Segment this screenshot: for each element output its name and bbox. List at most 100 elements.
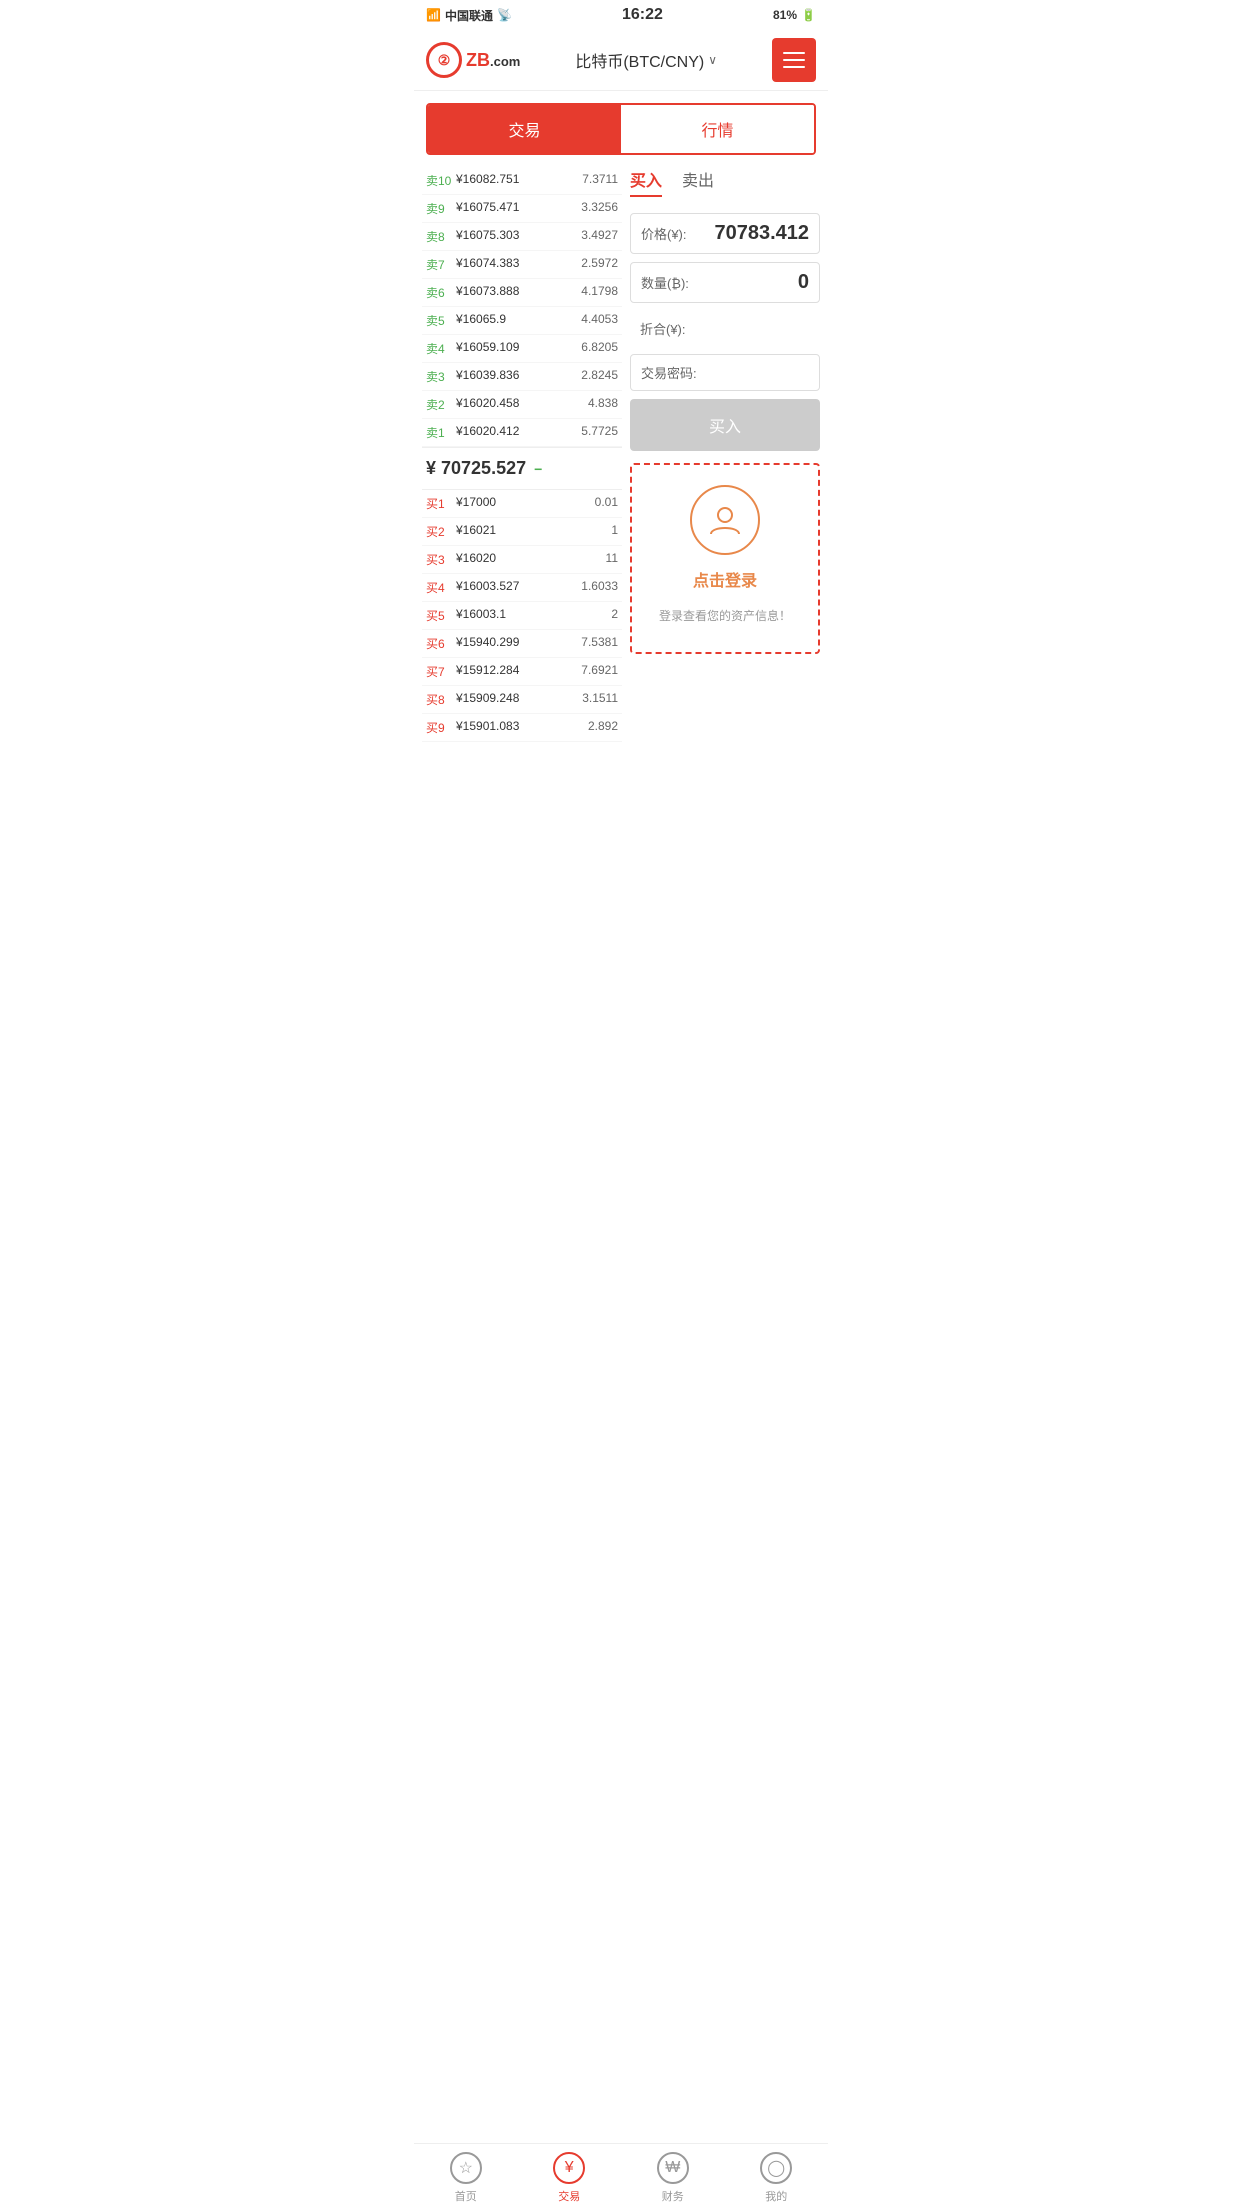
sell-amount: 4.1798	[581, 284, 618, 301]
sell-label: 卖3	[426, 368, 452, 385]
price-change-icon: −	[534, 461, 542, 477]
tab-sell[interactable]: 卖出	[682, 167, 714, 197]
sell-label: 卖6	[426, 284, 452, 301]
sell-price: ¥16073.888	[452, 284, 581, 301]
sell-price: ¥16020.412	[452, 424, 581, 441]
sell-order-row[interactable]: 卖7 ¥16074.383 2.5972	[422, 251, 622, 279]
sell-order-row[interactable]: 卖6 ¥16073.888 4.1798	[422, 279, 622, 307]
battery-icon: 🔋	[801, 8, 816, 22]
tab-trade[interactable]: 交易	[428, 105, 621, 153]
sell-label: 卖2	[426, 396, 452, 413]
sell-order-row[interactable]: 卖4 ¥16059.109 6.8205	[422, 335, 622, 363]
buy-price: ¥16003.527	[452, 579, 581, 596]
password-field[interactable]: 交易密码:	[630, 354, 820, 391]
login-button[interactable]: 点击登录	[652, 567, 798, 591]
sell-order-row[interactable]: 卖8 ¥16075.303 3.4927	[422, 223, 622, 251]
buy-order-row[interactable]: 买9 ¥15901.083 2.892	[422, 714, 622, 742]
sell-order-row[interactable]: 卖1 ¥16020.412 5.7725	[422, 419, 622, 447]
buy-order-row[interactable]: 买3 ¥16020 11	[422, 546, 622, 574]
sell-label: 卖8	[426, 228, 452, 245]
buy-order-row[interactable]: 买8 ¥15909.248 3.1511	[422, 686, 622, 714]
buy-price: ¥16021	[452, 523, 611, 540]
buy-amount: 2	[611, 607, 618, 624]
buy-order-row[interactable]: 买5 ¥16003.1 2	[422, 602, 622, 630]
quantity-field[interactable]: 数量(₿): 0	[630, 262, 820, 303]
sell-amount: 3.3256	[581, 200, 618, 217]
buy-amount: 7.5381	[581, 635, 618, 652]
nav-item-trade[interactable]: ¥ 交易	[518, 2152, 622, 2204]
sell-price: ¥16074.383	[452, 256, 581, 273]
sell-price: ¥16039.836	[452, 368, 581, 385]
nav-label-finance: 财务	[662, 2188, 684, 2204]
trade-panel: 买入 卖出 价格(¥): 70783.412 数量(₿): 0 折合(¥): 交…	[630, 167, 820, 742]
sell-amount: 6.8205	[581, 340, 618, 357]
menu-button[interactable]	[772, 38, 816, 82]
buy-order-row[interactable]: 买7 ¥15912.284 7.6921	[422, 658, 622, 686]
buy-label: 买4	[426, 579, 452, 596]
nav-label-profile: 我的	[765, 2188, 787, 2204]
logo-symbol: ②	[438, 52, 451, 69]
menu-icon-line3	[783, 66, 805, 68]
sell-order-row[interactable]: 卖3 ¥16039.836 2.8245	[422, 363, 622, 391]
login-description: 登录查看您的资产信息！	[652, 599, 798, 632]
nav-item-home[interactable]: ☆ 首页	[414, 2152, 518, 2204]
sell-amount: 4.838	[588, 396, 618, 413]
buy-label: 买2	[426, 523, 452, 540]
current-price-row: ¥ 70725.527 −	[422, 447, 622, 490]
sell-order-row[interactable]: 卖10 ¥16082.751 7.3711	[422, 167, 622, 195]
status-bar: 📶 中国联通 📡 16:22 81% 🔋	[414, 0, 828, 30]
buy-label: 买3	[426, 551, 452, 568]
buy-amount: 2.892	[588, 719, 618, 736]
quantity-value: 0	[798, 271, 809, 294]
buy-amount: 7.6921	[581, 663, 618, 680]
sell-order-row[interactable]: 卖9 ¥16075.471 3.3256	[422, 195, 622, 223]
login-prompt[interactable]: 点击登录 登录查看您的资产信息！	[630, 463, 820, 654]
tab-buy[interactable]: 买入	[630, 167, 662, 197]
nav-icon-finance: ₩	[657, 2152, 689, 2184]
sell-amount: 4.4053	[581, 312, 618, 329]
buy-amount: 11	[606, 551, 618, 568]
nav-item-finance[interactable]: ₩ 财务	[621, 2152, 725, 2204]
buy-label: 买8	[426, 691, 452, 708]
sell-label: 卖10	[426, 172, 452, 189]
nav-icon-profile: ◯	[760, 2152, 792, 2184]
header-title[interactable]: 比特币(BTC/CNY) ∨	[575, 48, 717, 72]
quantity-label: 数量(₿):	[641, 273, 689, 292]
pair-label: 比特币(BTC/CNY)	[575, 48, 704, 72]
buy-price: ¥15901.083	[452, 719, 588, 736]
buy-amount: 0.01	[595, 495, 618, 512]
logo[interactable]: ② ZB.com	[426, 42, 520, 78]
nav-label-trade: 交易	[558, 2188, 580, 2204]
buy-order-row[interactable]: 买4 ¥16003.527 1.6033	[422, 574, 622, 602]
menu-icon-line1	[783, 52, 805, 54]
order-book: 卖10 ¥16082.751 7.3711 卖9 ¥16075.471 3.32…	[422, 167, 622, 742]
sell-amount: 3.4927	[581, 228, 618, 245]
main-tabs: 交易 行情	[426, 103, 816, 155]
buy-label: 买9	[426, 719, 452, 736]
price-value: 70783.412	[714, 222, 809, 245]
sell-order-row[interactable]: 卖5 ¥16065.9 4.4053	[422, 307, 622, 335]
header: ② ZB.com 比特币(BTC/CNY) ∨	[414, 30, 828, 91]
tab-market[interactable]: 行情	[621, 105, 814, 153]
price-field[interactable]: 价格(¥): 70783.412	[630, 213, 820, 254]
buy-order-row[interactable]: 买2 ¥16021 1	[422, 518, 622, 546]
buy-amount: 1	[611, 523, 618, 540]
sell-orders: 卖10 ¥16082.751 7.3711 卖9 ¥16075.471 3.32…	[422, 167, 622, 447]
buy-order-row[interactable]: 买6 ¥15940.299 7.5381	[422, 630, 622, 658]
sell-price: ¥16065.9	[452, 312, 581, 329]
buy-label: 买7	[426, 663, 452, 680]
signal-icon: 📶	[426, 8, 441, 22]
buy-price: ¥15909.248	[452, 691, 582, 708]
nav-item-profile[interactable]: ◯ 我的	[725, 2152, 829, 2204]
buy-label: 买1	[426, 495, 452, 512]
sell-order-row[interactable]: 卖2 ¥16020.458 4.838	[422, 391, 622, 419]
buy-order-row[interactable]: 买1 ¥17000 0.01	[422, 490, 622, 518]
buy-price: ¥17000	[452, 495, 595, 512]
buy-amount: 3.1511	[582, 691, 618, 708]
total-label: 折合(¥):	[640, 319, 686, 338]
nav-icon-trade: ¥	[553, 2152, 585, 2184]
sell-label: 卖7	[426, 256, 452, 273]
sell-price: ¥16075.303	[452, 228, 581, 245]
status-left: 📶 中国联通 📡	[426, 7, 512, 24]
buy-button[interactable]: 买入	[630, 399, 820, 451]
